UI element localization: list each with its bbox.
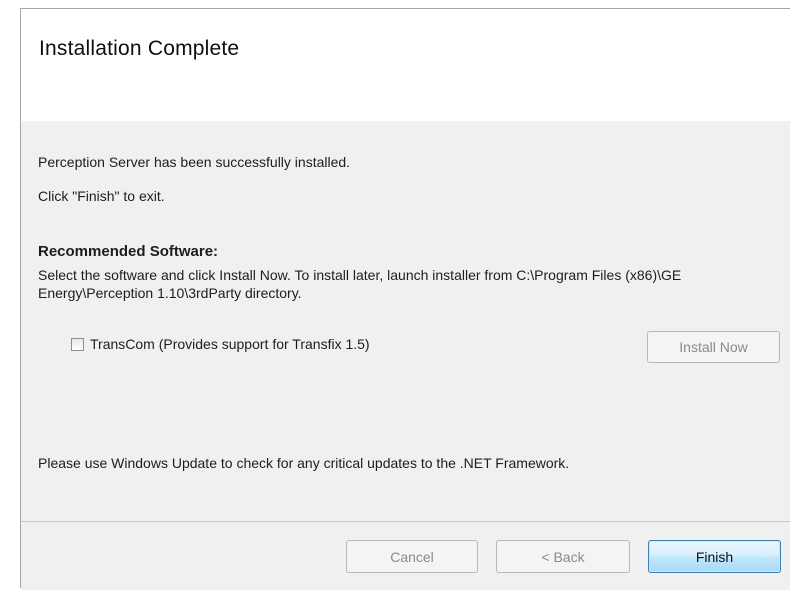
cancel-button[interactable]: Cancel — [346, 540, 478, 573]
finish-button[interactable]: Finish — [648, 540, 781, 573]
transcom-option[interactable]: TransCom (Provides support for Transfix … — [71, 336, 370, 352]
installer-window: Installation Complete Perception Server … — [20, 8, 790, 590]
page-title: Installation Complete — [39, 37, 240, 60]
header-banner: Installation Complete — [21, 9, 790, 122]
transcom-checkbox[interactable] — [71, 337, 84, 351]
back-button[interactable]: < Back — [496, 540, 630, 573]
recommended-description: Select the software and click Install No… — [38, 267, 682, 301]
exit-hint: Click "Finish" to exit. — [38, 188, 165, 204]
update-note: Please use Windows Update to check for a… — [38, 455, 570, 471]
button-bar: Cancel < Back Finish — [21, 521, 790, 590]
recommended-heading: Recommended Software: — [38, 243, 219, 260]
success-message: Perception Server has been successfully … — [38, 154, 351, 170]
transcom-label[interactable]: TransCom (Provides support for Transfix … — [90, 336, 370, 352]
content-area: Perception Server has been successfully … — [21, 121, 790, 521]
install-now-button[interactable]: Install Now — [647, 331, 780, 363]
